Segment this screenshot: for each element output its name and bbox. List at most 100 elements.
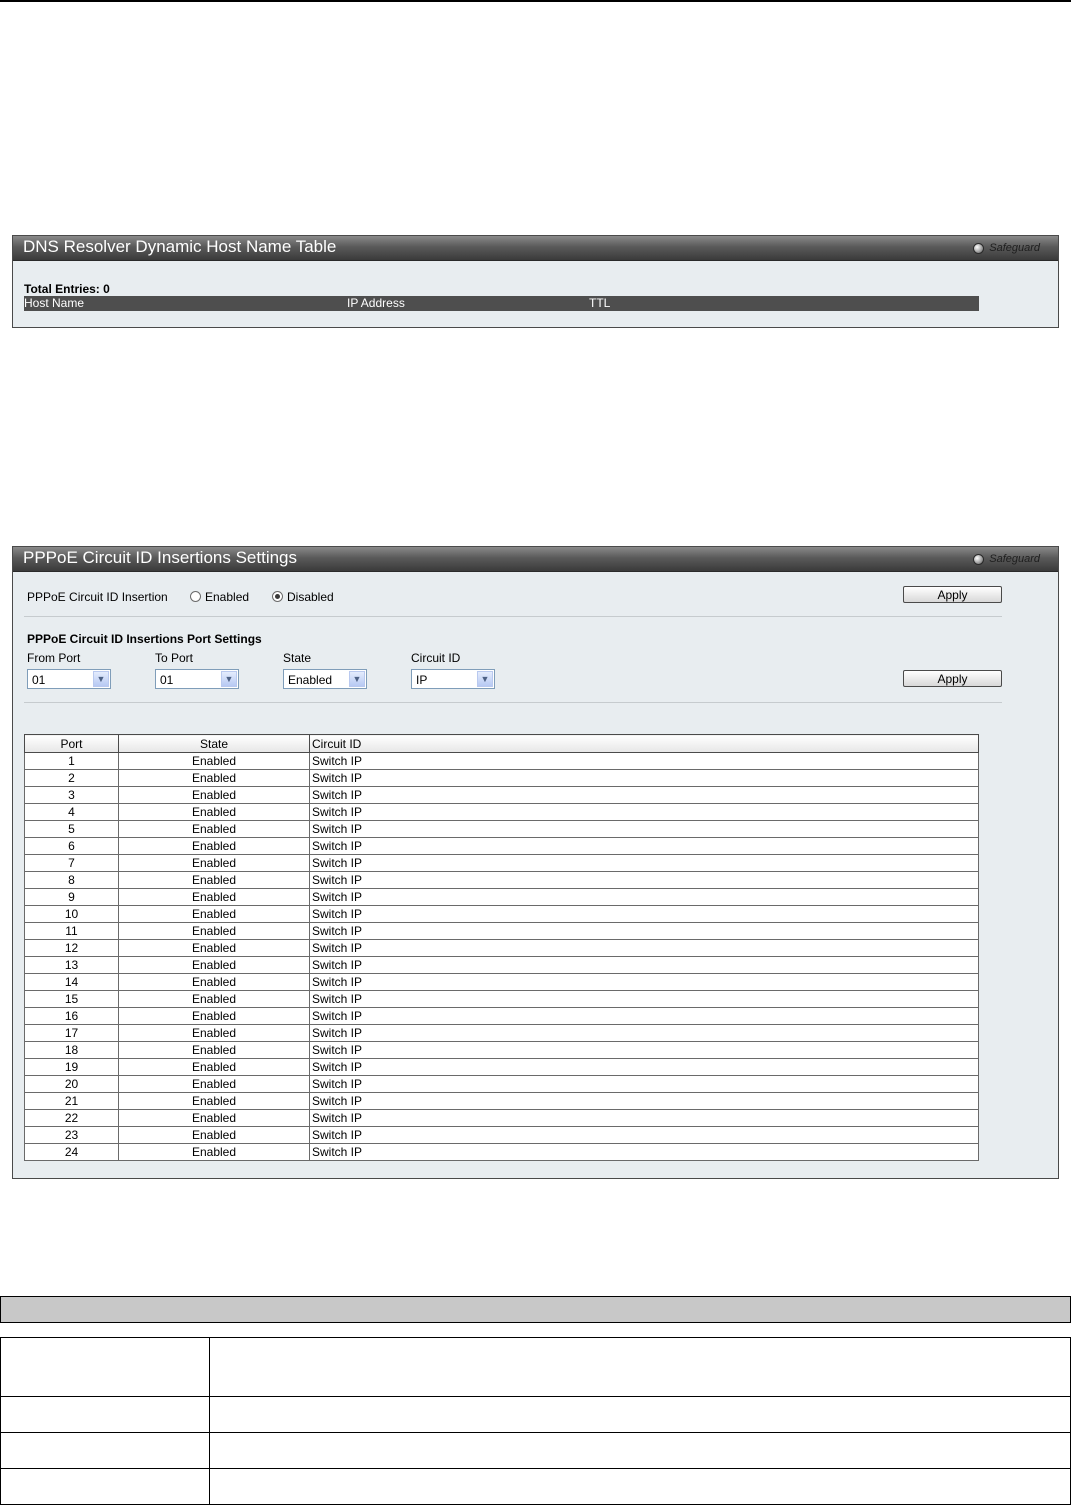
table-row: 16 Enabled Switch IP	[24, 1007, 979, 1025]
state-cell: Enabled	[118, 752, 310, 770]
state-cell: Enabled	[118, 1143, 310, 1161]
column-state: State	[118, 734, 310, 753]
description-table	[0, 1337, 1071, 1505]
state-cell: Enabled	[118, 1092, 310, 1110]
port-cell: 7	[24, 854, 119, 872]
table-row: 11 Enabled Switch IP	[24, 922, 979, 940]
port-cell: 18	[24, 1041, 119, 1059]
state-select[interactable]: Enabled ▼	[283, 669, 367, 689]
table-row: 14 Enabled Switch IP	[24, 973, 979, 991]
circuit-id-cell: Switch IP	[309, 1041, 979, 1059]
port-cell: 21	[24, 1092, 119, 1110]
state-cell: Enabled	[118, 973, 310, 991]
circuit-id-cell: Switch IP	[309, 956, 979, 974]
panel-title: PPPoE Circuit ID Insertions Settings	[23, 548, 298, 567]
table-row: 10 Enabled Switch IP	[24, 905, 979, 923]
port-cell: 19	[24, 1058, 119, 1076]
radio-enabled[interactable]	[190, 591, 201, 602]
from-port-select[interactable]: 01 ▼	[27, 669, 111, 689]
table-row: 2 Enabled Switch IP	[24, 769, 979, 787]
table-row: 24 Enabled Switch IP	[24, 1143, 979, 1161]
table-row: 7 Enabled Switch IP	[24, 854, 979, 872]
table-row	[0, 1432, 1071, 1469]
state-cell: Enabled	[118, 1109, 310, 1127]
table-row: 20 Enabled Switch IP	[24, 1075, 979, 1093]
circuit-id-cell: Switch IP	[309, 1075, 979, 1093]
chevron-down-icon: ▼	[477, 671, 493, 687]
circuit-id-cell: Switch IP	[309, 1058, 979, 1076]
table-cell	[209, 1396, 1071, 1433]
radio-enabled-label[interactable]: Enabled	[205, 590, 249, 604]
port-settings-title: PPPoE Circuit ID Insertions Port Setting…	[27, 632, 262, 646]
table-row: 8 Enabled Switch IP	[24, 871, 979, 889]
circuit-id-cell: Switch IP	[309, 1143, 979, 1161]
port-cell: 3	[24, 786, 119, 804]
table-row: 4 Enabled Switch IP	[24, 803, 979, 821]
table-row: 12 Enabled Switch IP	[24, 939, 979, 957]
divider	[24, 616, 1002, 617]
safeguard-indicator[interactable]: Safeguard	[973, 552, 1040, 566]
chevron-down-icon: ▼	[221, 671, 237, 687]
table-row: 21 Enabled Switch IP	[24, 1092, 979, 1110]
apply-port-settings-button[interactable]: Apply	[903, 670, 1002, 687]
state-cell: Enabled	[118, 1007, 310, 1025]
state-cell: Enabled	[118, 922, 310, 940]
chevron-down-icon: ▼	[349, 671, 365, 687]
from-port-value: 01	[32, 673, 46, 687]
safeguard-icon	[973, 553, 985, 565]
apply-button[interactable]: Apply	[903, 586, 1002, 603]
port-cell: 24	[24, 1143, 119, 1161]
state-cell: Enabled	[118, 888, 310, 906]
safeguard-indicator[interactable]: Safeguard	[973, 241, 1040, 255]
port-cell: 22	[24, 1109, 119, 1127]
port-cell: 13	[24, 956, 119, 974]
circuit-id-cell: Switch IP	[309, 837, 979, 855]
state-cell: Enabled	[118, 939, 310, 957]
state-cell: Enabled	[118, 871, 310, 889]
to-port-select[interactable]: 01 ▼	[155, 669, 239, 689]
circuit-id-cell: Switch IP	[309, 922, 979, 940]
table-cell	[209, 1468, 1071, 1505]
circuit-id-cell: Switch IP	[309, 1024, 979, 1042]
table-row: 1 Enabled Switch IP	[24, 752, 979, 770]
state-cell: Enabled	[118, 786, 310, 804]
column-host-name: Host Name	[24, 296, 85, 310]
port-cell: 16	[24, 1007, 119, 1025]
panel-title: DNS Resolver Dynamic Host Name Table	[23, 237, 337, 256]
port-cell: 17	[24, 1024, 119, 1042]
circuit-id-label: Circuit ID	[411, 651, 461, 665]
state-cell: Enabled	[118, 990, 310, 1008]
to-port-label: To Port	[155, 651, 194, 665]
column-ip-address: IP Address	[347, 296, 405, 310]
table-cell	[0, 1432, 210, 1469]
column-circuit-id: Circuit ID	[309, 734, 979, 753]
state-cell: Enabled	[118, 1075, 310, 1093]
circuit-id-select[interactable]: IP ▼	[411, 669, 495, 689]
pppoe-circuit-id-panel: PPPoE Circuit ID Insertions Settings Saf…	[12, 546, 1059, 1179]
circuit-id-cell: Switch IP	[309, 990, 979, 1008]
table-cell	[0, 1468, 210, 1505]
table-cell	[209, 1432, 1071, 1469]
description-table-header	[0, 1296, 1071, 1323]
dns-host-table-panel: DNS Resolver Dynamic Host Name Table Saf…	[12, 235, 1059, 328]
table-row: 17 Enabled Switch IP	[24, 1024, 979, 1042]
circuit-id-cell: Switch IP	[309, 973, 979, 991]
circuit-id-cell: Switch IP	[309, 888, 979, 906]
port-cell: 12	[24, 939, 119, 957]
state-cell: Enabled	[118, 1058, 310, 1076]
state-cell: Enabled	[118, 837, 310, 855]
state-value: Enabled	[288, 673, 333, 687]
radio-disabled[interactable]	[272, 591, 283, 602]
radio-disabled-label[interactable]: Disabled	[287, 590, 334, 604]
table-row: 6 Enabled Switch IP	[24, 837, 979, 855]
circuit-id-cell: Switch IP	[309, 1092, 979, 1110]
table-row: 3 Enabled Switch IP	[24, 786, 979, 804]
safeguard-label: Safeguard	[989, 553, 1040, 565]
state-cell: Enabled	[118, 905, 310, 923]
table-row: 5 Enabled Switch IP	[24, 820, 979, 838]
circuit-id-cell: Switch IP	[309, 854, 979, 872]
table-row	[0, 1396, 1071, 1433]
port-cell: 23	[24, 1126, 119, 1144]
table-row	[0, 1337, 1071, 1397]
panel-header: DNS Resolver Dynamic Host Name Table Saf…	[13, 236, 1058, 261]
